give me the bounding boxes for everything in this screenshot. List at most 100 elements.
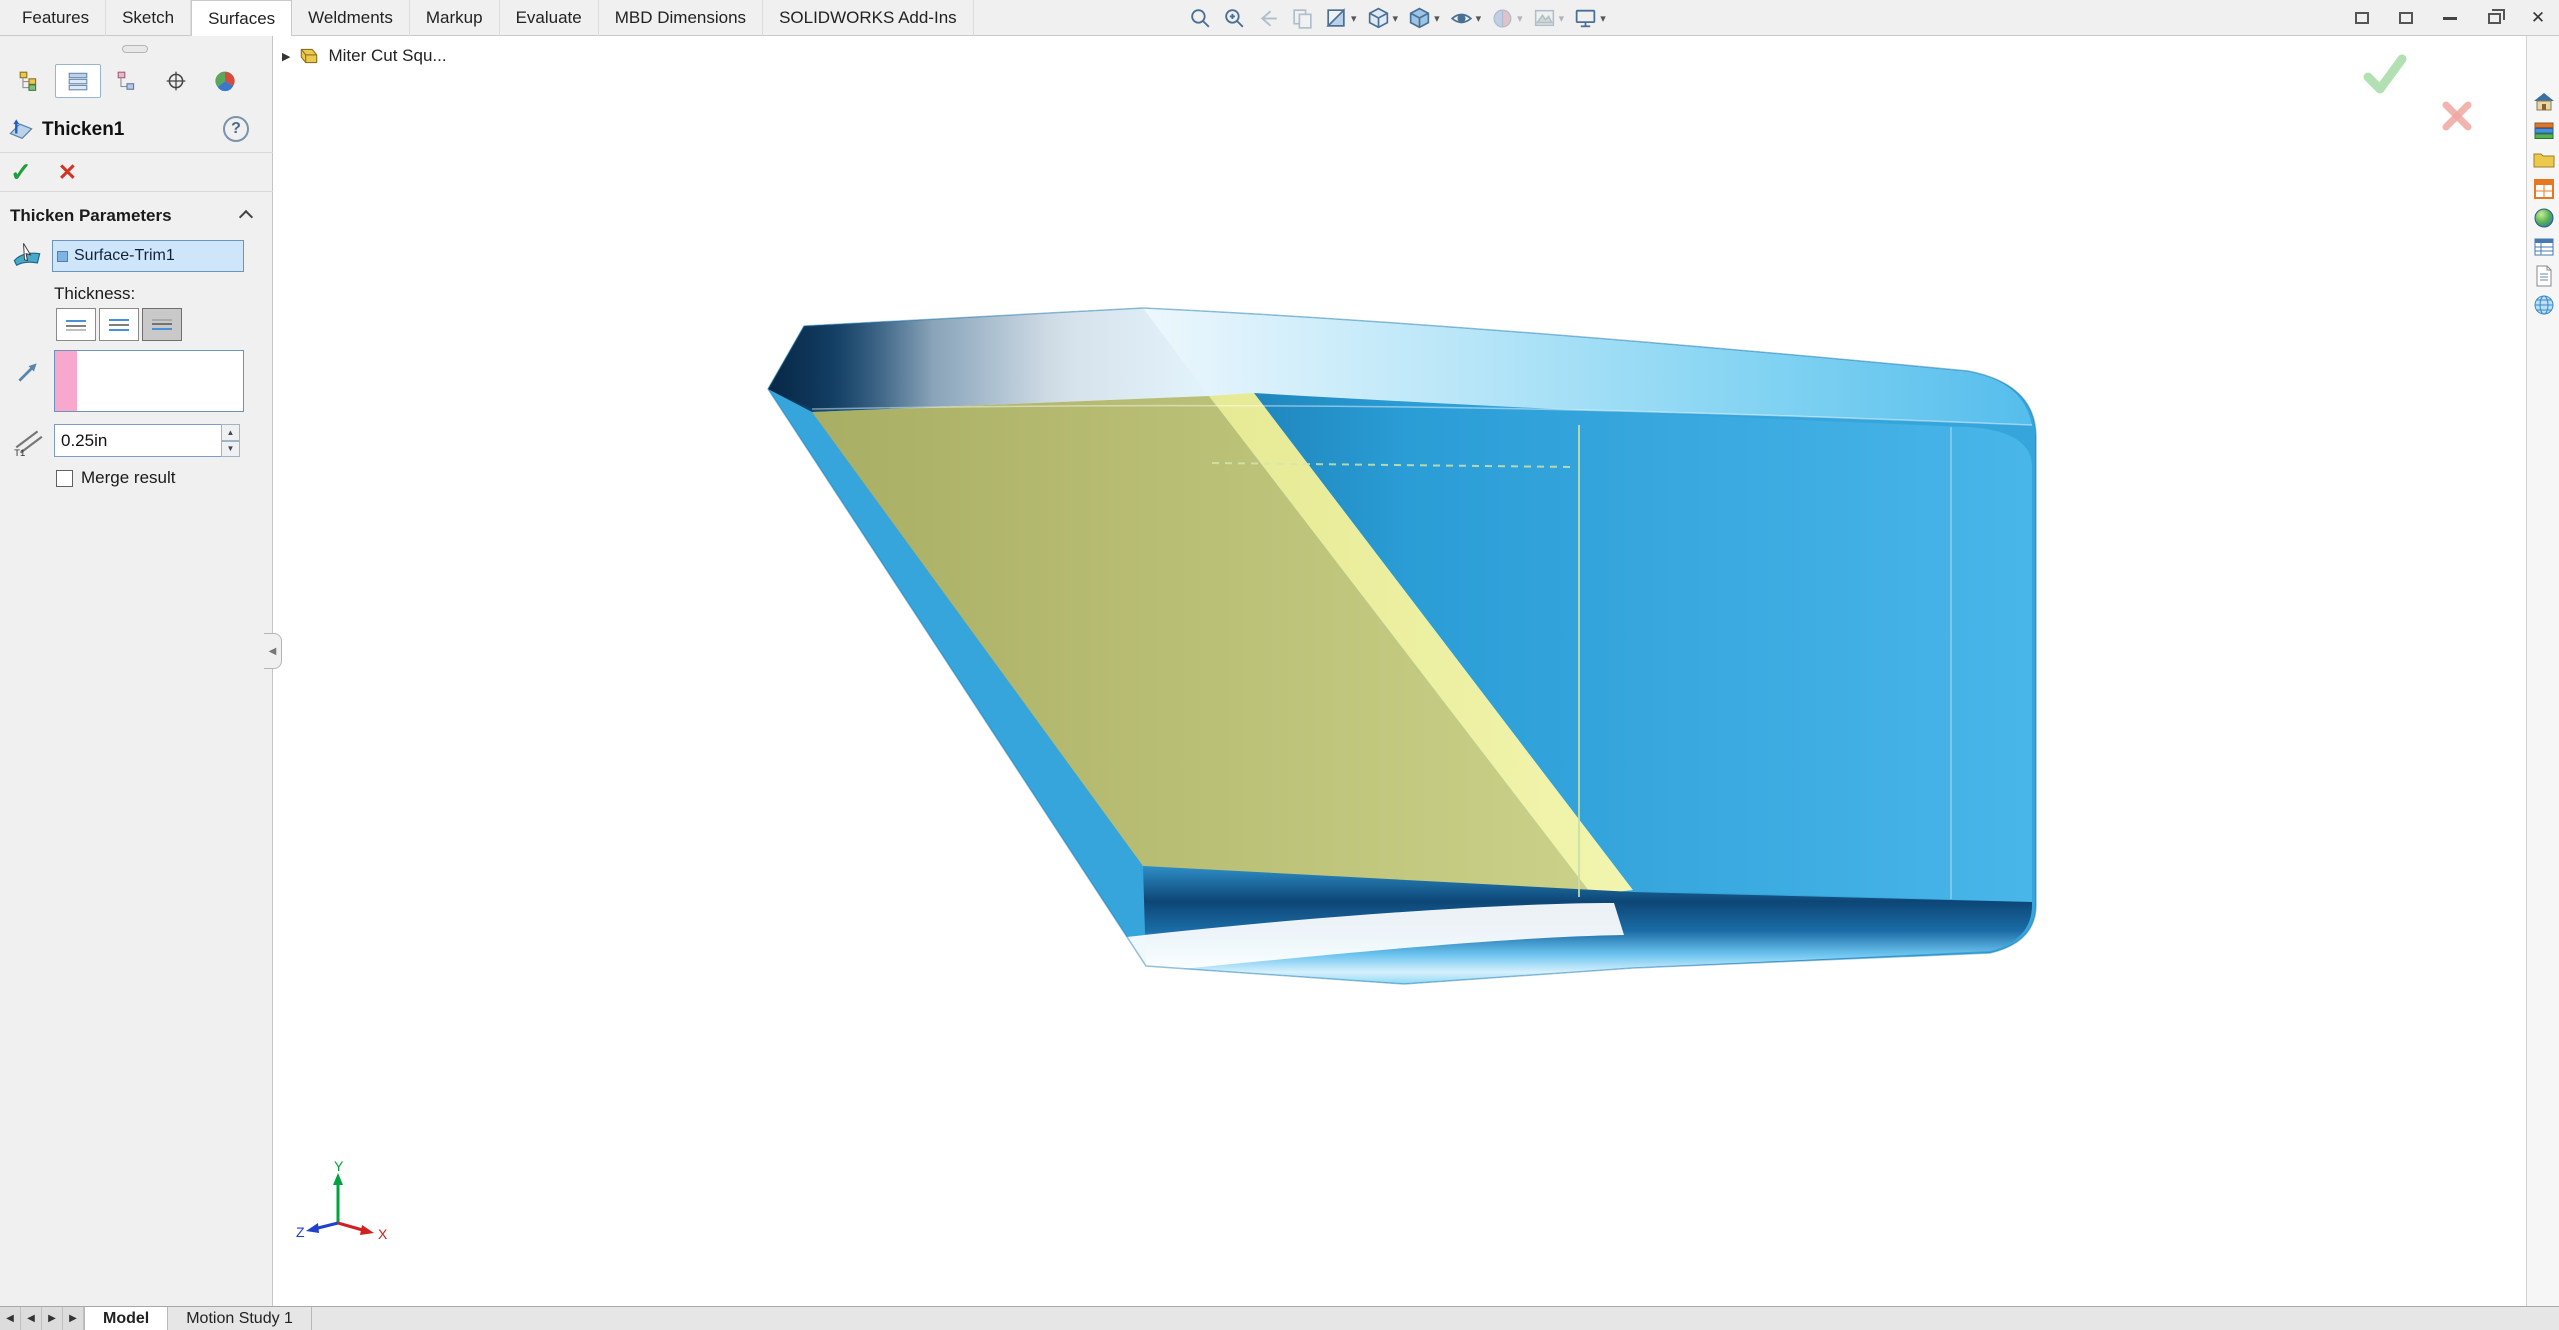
dropdown-arrow-icon[interactable]: ▾: [1517, 12, 1523, 25]
edit-appearance-icon[interactable]: ▾: [1490, 6, 1523, 31]
surface-item-icon: [57, 251, 68, 262]
selection-list-item[interactable]: Surface-Trim1: [53, 241, 243, 271]
document-manager-icon[interactable]: [2530, 263, 2558, 289]
selection-item-label: Surface-Trim1: [74, 247, 175, 265]
close-button[interactable]: ✕: [2525, 5, 2551, 31]
solidworks-forum-icon[interactable]: [2530, 292, 2558, 318]
section-view-icon[interactable]: ▾: [1324, 6, 1357, 31]
zoom-to-area-icon[interactable]: [1222, 6, 1247, 31]
view-settings-icon[interactable]: ▾: [1573, 6, 1606, 31]
appearances-icon[interactable]: [2530, 205, 2558, 231]
help-button[interactable]: ?: [223, 116, 249, 142]
tab-dimxpert-manager[interactable]: [153, 64, 199, 98]
tab-mbd-dimensions[interactable]: MBD Dimensions: [599, 0, 763, 36]
minimize-icon: [2443, 17, 2457, 20]
restore-button[interactable]: [2481, 5, 2507, 31]
group-header-label: Thicken Parameters: [10, 206, 172, 226]
dropdown-arrow-icon[interactable]: ▾: [1393, 12, 1399, 25]
tab-motion-study-1[interactable]: Motion Study 1: [168, 1307, 312, 1330]
display-style-icon[interactable]: ▾: [1407, 6, 1440, 31]
dropdown-arrow-icon[interactable]: ▾: [1476, 12, 1482, 25]
cancel-button[interactable]: ✕: [58, 159, 77, 186]
thickness-dimension-icon: T1: [12, 425, 44, 457]
tab-scroll-prev-button[interactable]: ◀: [21, 1307, 42, 1330]
custom-properties-icon[interactable]: [2530, 234, 2558, 260]
dropdown-arrow-icon[interactable]: ▾: [1434, 12, 1440, 25]
direction-arrow-icon: [14, 358, 42, 386]
thickness-value-row: T1 ▲ ▼: [0, 424, 273, 460]
tab-markup[interactable]: Markup: [410, 0, 500, 36]
display-manager-icon: [214, 70, 236, 92]
file-explorer-icon[interactable]: [2530, 147, 2558, 173]
task-pane: [2526, 36, 2559, 1306]
dropdown-arrow-icon[interactable]: ▾: [1351, 12, 1357, 25]
thicken-parameters-header[interactable]: Thicken Parameters: [0, 198, 273, 234]
merge-result-row: Merge result: [56, 468, 175, 488]
tab-evaluate[interactable]: Evaluate: [500, 0, 599, 36]
zoom-to-fit-icon[interactable]: [1188, 6, 1213, 31]
solidworks-window: Features Sketch Surfaces Weldments Marku…: [0, 0, 2559, 1330]
orientation-triad: Y X Z: [296, 1161, 396, 1261]
hide-show-items-icon[interactable]: ▾: [1449, 6, 1482, 31]
confirm-ok-icon[interactable]: [2362, 53, 2408, 95]
apply-scene-icon[interactable]: ▾: [1532, 6, 1565, 31]
thickness-value-input[interactable]: [54, 424, 222, 457]
tab-feature-manager[interactable]: [6, 64, 52, 98]
tab-solidworks-add-ins[interactable]: SOLIDWORKS Add-Ins: [763, 0, 974, 36]
surface-select-icon: [12, 241, 42, 271]
thicken-side2-button[interactable]: [142, 308, 182, 341]
active-selection-highlight: [55, 351, 77, 411]
spinner-down-button[interactable]: ▼: [221, 441, 240, 458]
panel-collapse-handle[interactable]: ◀: [264, 633, 282, 669]
previous-view-icon[interactable]: [1256, 6, 1281, 31]
tab-sketch[interactable]: Sketch: [106, 0, 191, 36]
dropdown-arrow-icon[interactable]: ▾: [1600, 12, 1606, 25]
tab-model[interactable]: Model: [84, 1307, 168, 1330]
collapse-group-icon[interactable]: [239, 210, 253, 224]
design-library-icon[interactable]: [2530, 118, 2558, 144]
dimxpert-icon: [165, 70, 187, 92]
tab-display-manager[interactable]: [202, 64, 248, 98]
triad-x-label: X: [378, 1226, 388, 1242]
triad-z-label: Z: [296, 1224, 305, 1240]
view-palette-icon[interactable]: [2530, 176, 2558, 202]
merge-result-checkbox[interactable]: [56, 470, 73, 487]
tab-scroll-last-button[interactable]: ▶: [63, 1307, 84, 1330]
tab-scroll-first-button[interactable]: ◀: [0, 1307, 21, 1330]
graphics-viewport[interactable]: ▶ Miter Cut Squ...: [274, 37, 2526, 1306]
configuration-manager-icon: [116, 70, 138, 92]
ok-cancel-row: ✓ ✕: [0, 152, 273, 192]
tab-features[interactable]: Features: [6, 0, 106, 36]
tab-property-manager[interactable]: [55, 64, 101, 98]
tab-configuration-manager[interactable]: [104, 64, 150, 98]
spinner-up-button[interactable]: ▲: [221, 424, 240, 441]
minimize-button[interactable]: [2437, 5, 2463, 31]
window-controls: ✕: [2349, 0, 2551, 36]
solidworks-resources-icon[interactable]: [2530, 89, 2558, 115]
dropdown-arrow-icon[interactable]: ▾: [1559, 12, 1565, 25]
ok-button[interactable]: ✓: [10, 157, 32, 188]
tab-scroll-next-button[interactable]: ▶: [42, 1307, 63, 1330]
thickness-spinner: ▲ ▼: [221, 424, 240, 457]
thicken-both-sides-button[interactable]: [99, 308, 139, 341]
dynamic-annotation-views-icon[interactable]: [1290, 6, 1315, 31]
thicken-side1-button[interactable]: [56, 308, 96, 341]
property-manager-panel: Thicken1 ? ✓ ✕ Thicken Parameters Surfac…: [0, 36, 273, 1306]
direction-selection-listbox[interactable]: [54, 350, 244, 412]
panel-splitter-handle[interactable]: [122, 45, 148, 53]
view-orientation-icon[interactable]: ▾: [1366, 6, 1399, 31]
feature-tree-icon: [18, 70, 40, 92]
thickness-label: Thickness:: [54, 284, 135, 304]
confirm-cancel-icon[interactable]: [2440, 99, 2474, 133]
surface-selection-listbox[interactable]: Surface-Trim1: [52, 240, 244, 272]
motion-tab-bar: ◀ ◀ ▶ ▶ Model Motion Study 1: [0, 1306, 2559, 1330]
feature-title-row: Thicken1 ?: [0, 110, 273, 150]
thicken-both-sides-icon: [107, 317, 131, 333]
mini-window-icon-2[interactable]: [2393, 5, 2419, 31]
3d-model[interactable]: [274, 37, 2526, 1306]
mini-window-icon-1[interactable]: [2349, 5, 2375, 31]
square-icon: [2355, 12, 2369, 24]
tab-weldments[interactable]: Weldments: [292, 0, 410, 36]
tab-surfaces[interactable]: Surfaces: [191, 0, 292, 36]
thicken-side2-icon: [150, 317, 174, 333]
